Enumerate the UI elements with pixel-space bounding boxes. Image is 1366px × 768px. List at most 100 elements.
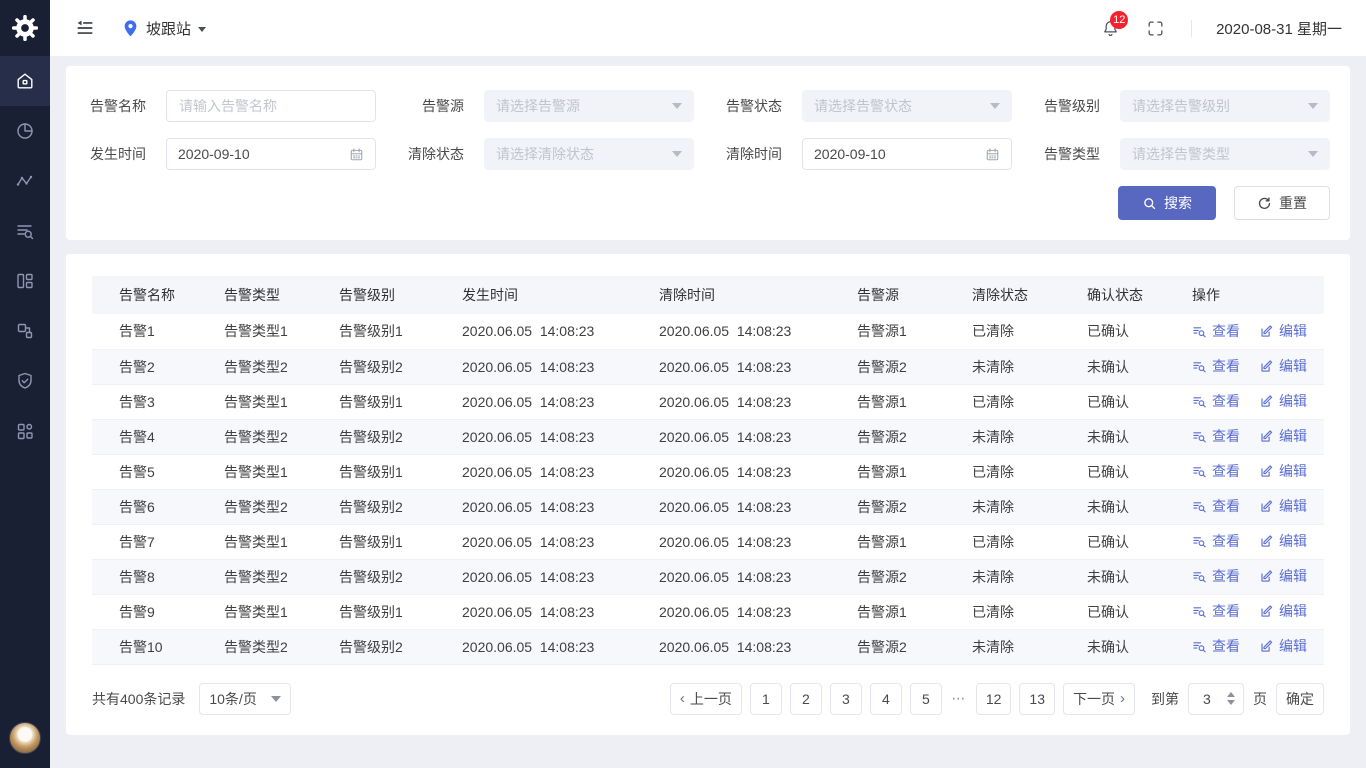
view-link[interactable]: 查看 [1192, 426, 1240, 446]
jump-page-input[interactable]: 3 [1188, 683, 1244, 715]
clear-status-select[interactable]: 请选择清除状态 [484, 138, 694, 170]
view-link[interactable]: 查看 [1192, 356, 1240, 376]
edit-icon [1259, 639, 1274, 654]
date-value: 2020-09-10 [178, 146, 250, 162]
view-link[interactable]: 查看 [1192, 321, 1240, 341]
view-link[interactable]: 查看 [1192, 391, 1240, 411]
cell-5: 告警源2 [830, 489, 945, 524]
view-link[interactable]: 查看 [1192, 636, 1240, 656]
view-link[interactable]: 查看 [1192, 566, 1240, 586]
next-page-button[interactable]: 下一页 › [1063, 683, 1135, 715]
page-button-12[interactable]: 12 [976, 683, 1012, 715]
view-link-label: 查看 [1212, 566, 1240, 586]
filter-label: 告警级别 [1040, 96, 1100, 116]
table-row: 告警5告警类型1告警级别12020.06.05 14:08:232020.06.… [92, 454, 1324, 489]
cell-5: 告警源2 [830, 349, 945, 384]
select-placeholder: 请选择清除状态 [496, 144, 594, 164]
view-search-icon [1192, 499, 1207, 514]
occur-time-picker[interactable]: 2020-09-10 [166, 138, 376, 170]
table-row: 告警7告警类型1告警级别12020.06.05 14:08:232020.06.… [92, 524, 1324, 559]
confirm-button[interactable]: 确定 [1276, 683, 1324, 715]
org-chart-icon [15, 321, 35, 341]
pagination-summary: 共有400条记录 10条/页 [92, 683, 291, 715]
chevron-left-icon: ‹ [680, 691, 685, 706]
app-logo-gear-icon [0, 0, 50, 56]
cell-4: 2020.06.05 14:08:23 [632, 559, 830, 594]
col-alarm-source: 告警源 [830, 276, 945, 314]
sidebar-item-list-search[interactable] [0, 206, 50, 256]
edit-link[interactable]: 编辑 [1259, 356, 1307, 376]
jump-page-value: 3 [1203, 691, 1211, 707]
cell-operations: 查看编辑 [1165, 419, 1324, 454]
edit-link[interactable]: 编辑 [1259, 636, 1307, 656]
edit-link[interactable]: 编辑 [1259, 601, 1307, 621]
next-page-label: 下一页 [1073, 689, 1115, 709]
page-button-2[interactable]: 2 [790, 683, 822, 715]
cell-6: 已清除 [945, 594, 1060, 629]
filter-label: 告警类型 [1040, 144, 1100, 164]
alarm-type-select[interactable]: 请选择告警类型 [1120, 138, 1330, 170]
col-alarm-type: 告警类型 [197, 276, 312, 314]
user-avatar[interactable] [9, 722, 41, 754]
page-size-select[interactable]: 10条/页 [199, 683, 291, 715]
edit-link[interactable]: 编辑 [1259, 566, 1307, 586]
view-link[interactable]: 查看 [1192, 496, 1240, 516]
prev-page-button[interactable]: ‹ 上一页 [670, 683, 742, 715]
menu-fold-icon[interactable] [74, 17, 96, 39]
cell-operations: 查看 编辑 [1165, 594, 1324, 629]
alarm-level-select[interactable]: 请选择告警级别 [1120, 90, 1330, 122]
edit-link[interactable]: 编辑 [1259, 321, 1307, 341]
page-button-4[interactable]: 4 [870, 683, 902, 715]
edit-link[interactable]: 编辑 [1259, 461, 1307, 481]
alarm-source-select[interactable]: 请选择告警源 [484, 90, 694, 122]
cell-4: 2020.06.05 14:08:23 [632, 419, 830, 454]
shield-check-icon [15, 371, 35, 391]
cell-2: 告警级别2 [312, 349, 435, 384]
cell-7: 已确认 [1060, 314, 1165, 349]
sidebar-item-home[interactable] [0, 56, 50, 106]
alarm-name-input[interactable] [166, 90, 376, 122]
col-ack-status: 确认状态 [1060, 276, 1165, 314]
stepper-arrows[interactable] [1227, 692, 1235, 705]
chevron-down-icon [198, 27, 206, 32]
reset-button[interactable]: 重置 [1234, 186, 1330, 220]
sidebar-item-layout[interactable] [0, 256, 50, 306]
edit-link[interactable]: 编辑 [1259, 531, 1307, 551]
table-row: 告警6告警类型2告警级别22020.06.05 14:08:232020.06.… [92, 489, 1324, 524]
table-row: 告警2告警类型2告警级别22020.06.05 14:08:232020.06.… [92, 349, 1324, 384]
edit-link-label: 编辑 [1279, 321, 1307, 341]
view-link[interactable]: 查看 [1192, 531, 1240, 551]
filter-alarm-name: 告警名称 [86, 90, 376, 122]
prev-page-label: 上一页 [690, 689, 732, 709]
view-link[interactable]: 查看 [1192, 461, 1240, 481]
station-selector[interactable]: 坡跟站 [122, 18, 206, 39]
pagination: 共有400条记录 10条/页 ‹ 上一页 12345⋯1213 下一页 › 到第 [92, 683, 1324, 715]
edit-link[interactable]: 编辑 [1259, 426, 1307, 446]
filter-occur-time: 发生时间 2020-09-10 [86, 138, 376, 170]
search-button[interactable]: 搜索 [1118, 186, 1216, 220]
page-button-13[interactable]: 13 [1019, 683, 1055, 715]
page-button-3[interactable]: 3 [830, 683, 862, 715]
location-pin-icon [122, 19, 139, 38]
clear-time-picker[interactable]: 2020-09-10 [802, 138, 1012, 170]
edit-link-label: 编辑 [1279, 601, 1307, 621]
edit-link[interactable]: 编辑 [1259, 391, 1307, 411]
sidebar-item-org-chart[interactable] [0, 306, 50, 356]
cell-operations: 查看 编辑 [1165, 314, 1324, 349]
sidebar-item-shield-check[interactable] [0, 356, 50, 406]
page-button-5[interactable]: 5 [910, 683, 942, 715]
view-link[interactable]: 查看 [1192, 601, 1240, 621]
calendar-icon [985, 147, 1000, 162]
fullscreen-icon[interactable] [1146, 19, 1165, 38]
cell-7: 已确认 [1060, 594, 1165, 629]
sidebar-item-apps[interactable] [0, 406, 50, 456]
notification-bell[interactable]: 12 [1101, 19, 1120, 38]
page-button-1[interactable]: 1 [750, 683, 782, 715]
cell-1: 告警类型2 [197, 629, 312, 664]
sidebar-item-activity[interactable] [0, 156, 50, 206]
col-alarm-level: 告警级别 [312, 276, 435, 314]
edit-link[interactable]: 编辑 [1259, 496, 1307, 516]
alarm-status-select[interactable]: 请选择告警状态 [802, 90, 1012, 122]
cell-5: 告警源2 [830, 419, 945, 454]
sidebar-item-pie-chart[interactable] [0, 106, 50, 156]
